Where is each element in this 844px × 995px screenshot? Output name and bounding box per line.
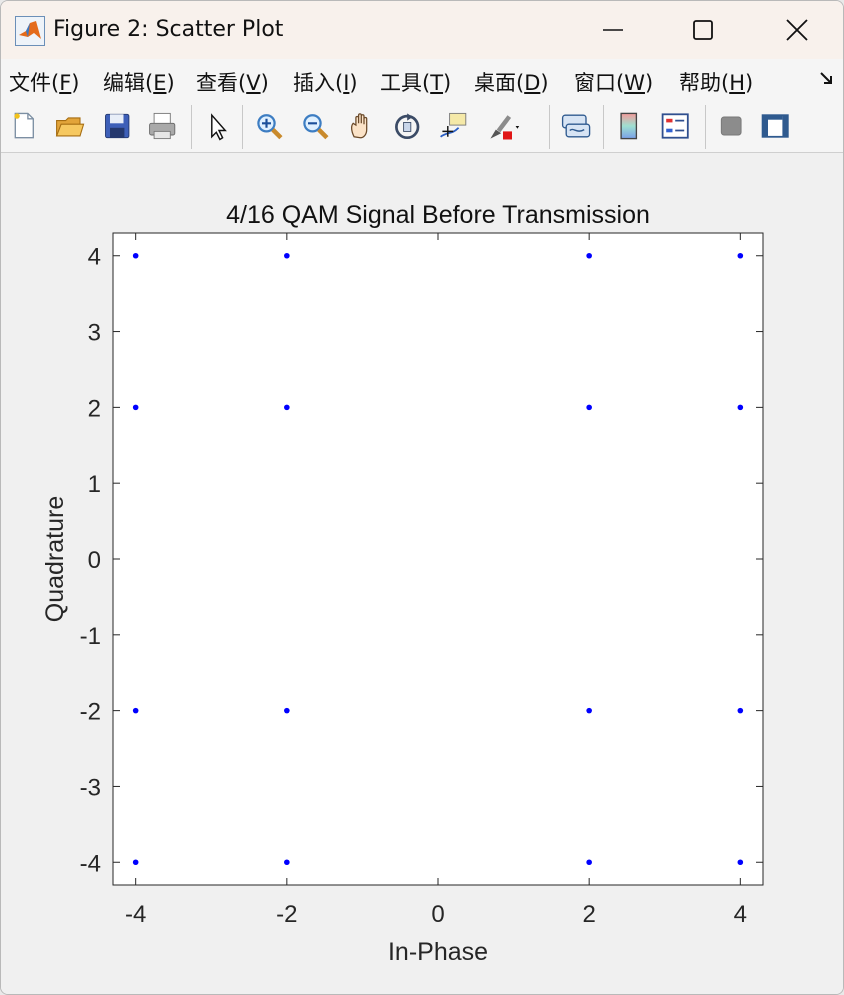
x-tick-label: -4	[125, 901, 146, 928]
y-tick-label: -2	[80, 699, 101, 726]
data-point[interactable]	[132, 404, 139, 411]
data-point[interactable]	[737, 404, 744, 411]
y-tick-label: 1	[88, 471, 101, 498]
data-point[interactable]	[284, 404, 290, 411]
figure-window: Figure 2: Scatter Plot 文件(F) 编辑(E) 查看(V) 插入…	[0, 0, 844, 995]
x-axis-label: In-Phase	[388, 938, 488, 966]
data-point[interactable]	[284, 707, 290, 714]
x-tick-label: -2	[276, 901, 297, 928]
y-tick-label: 0	[88, 547, 101, 574]
y-tick-label: -1	[80, 623, 101, 650]
axes-background	[112, 232, 764, 886]
x-tick-label: 4	[734, 901, 747, 928]
y-tick-label: -3	[80, 774, 101, 801]
x-tick-label: 0	[431, 901, 444, 928]
data-point[interactable]	[586, 252, 592, 259]
data-point[interactable]	[132, 252, 139, 259]
y-tick-label: -4	[80, 850, 101, 877]
data-point[interactable]	[586, 707, 592, 714]
scatter-chart[interactable]: -4 -2 0 2 4 -4 -3 -2 -1 0 1 2 3 4 4/16 QAM Signal Bef…	[1, 1, 843, 994]
data-point[interactable]	[284, 859, 290, 866]
data-point[interactable]	[737, 252, 744, 259]
data-point[interactable]	[132, 859, 139, 866]
data-point[interactable]	[284, 252, 290, 259]
y-tick-label: 3	[88, 320, 101, 347]
x-tick-label: 2	[582, 901, 595, 928]
y-tick-label: 4	[88, 244, 101, 271]
y-tick-label: 2	[88, 395, 101, 422]
data-point[interactable]	[586, 859, 592, 866]
data-point[interactable]	[737, 859, 744, 866]
y-axis-label: Quadrature	[41, 496, 69, 622]
data-point[interactable]	[586, 404, 592, 411]
data-point[interactable]	[132, 707, 139, 714]
chart-title: 4/16 QAM Signal Before Transmission	[226, 201, 650, 229]
data-point[interactable]	[737, 707, 744, 714]
